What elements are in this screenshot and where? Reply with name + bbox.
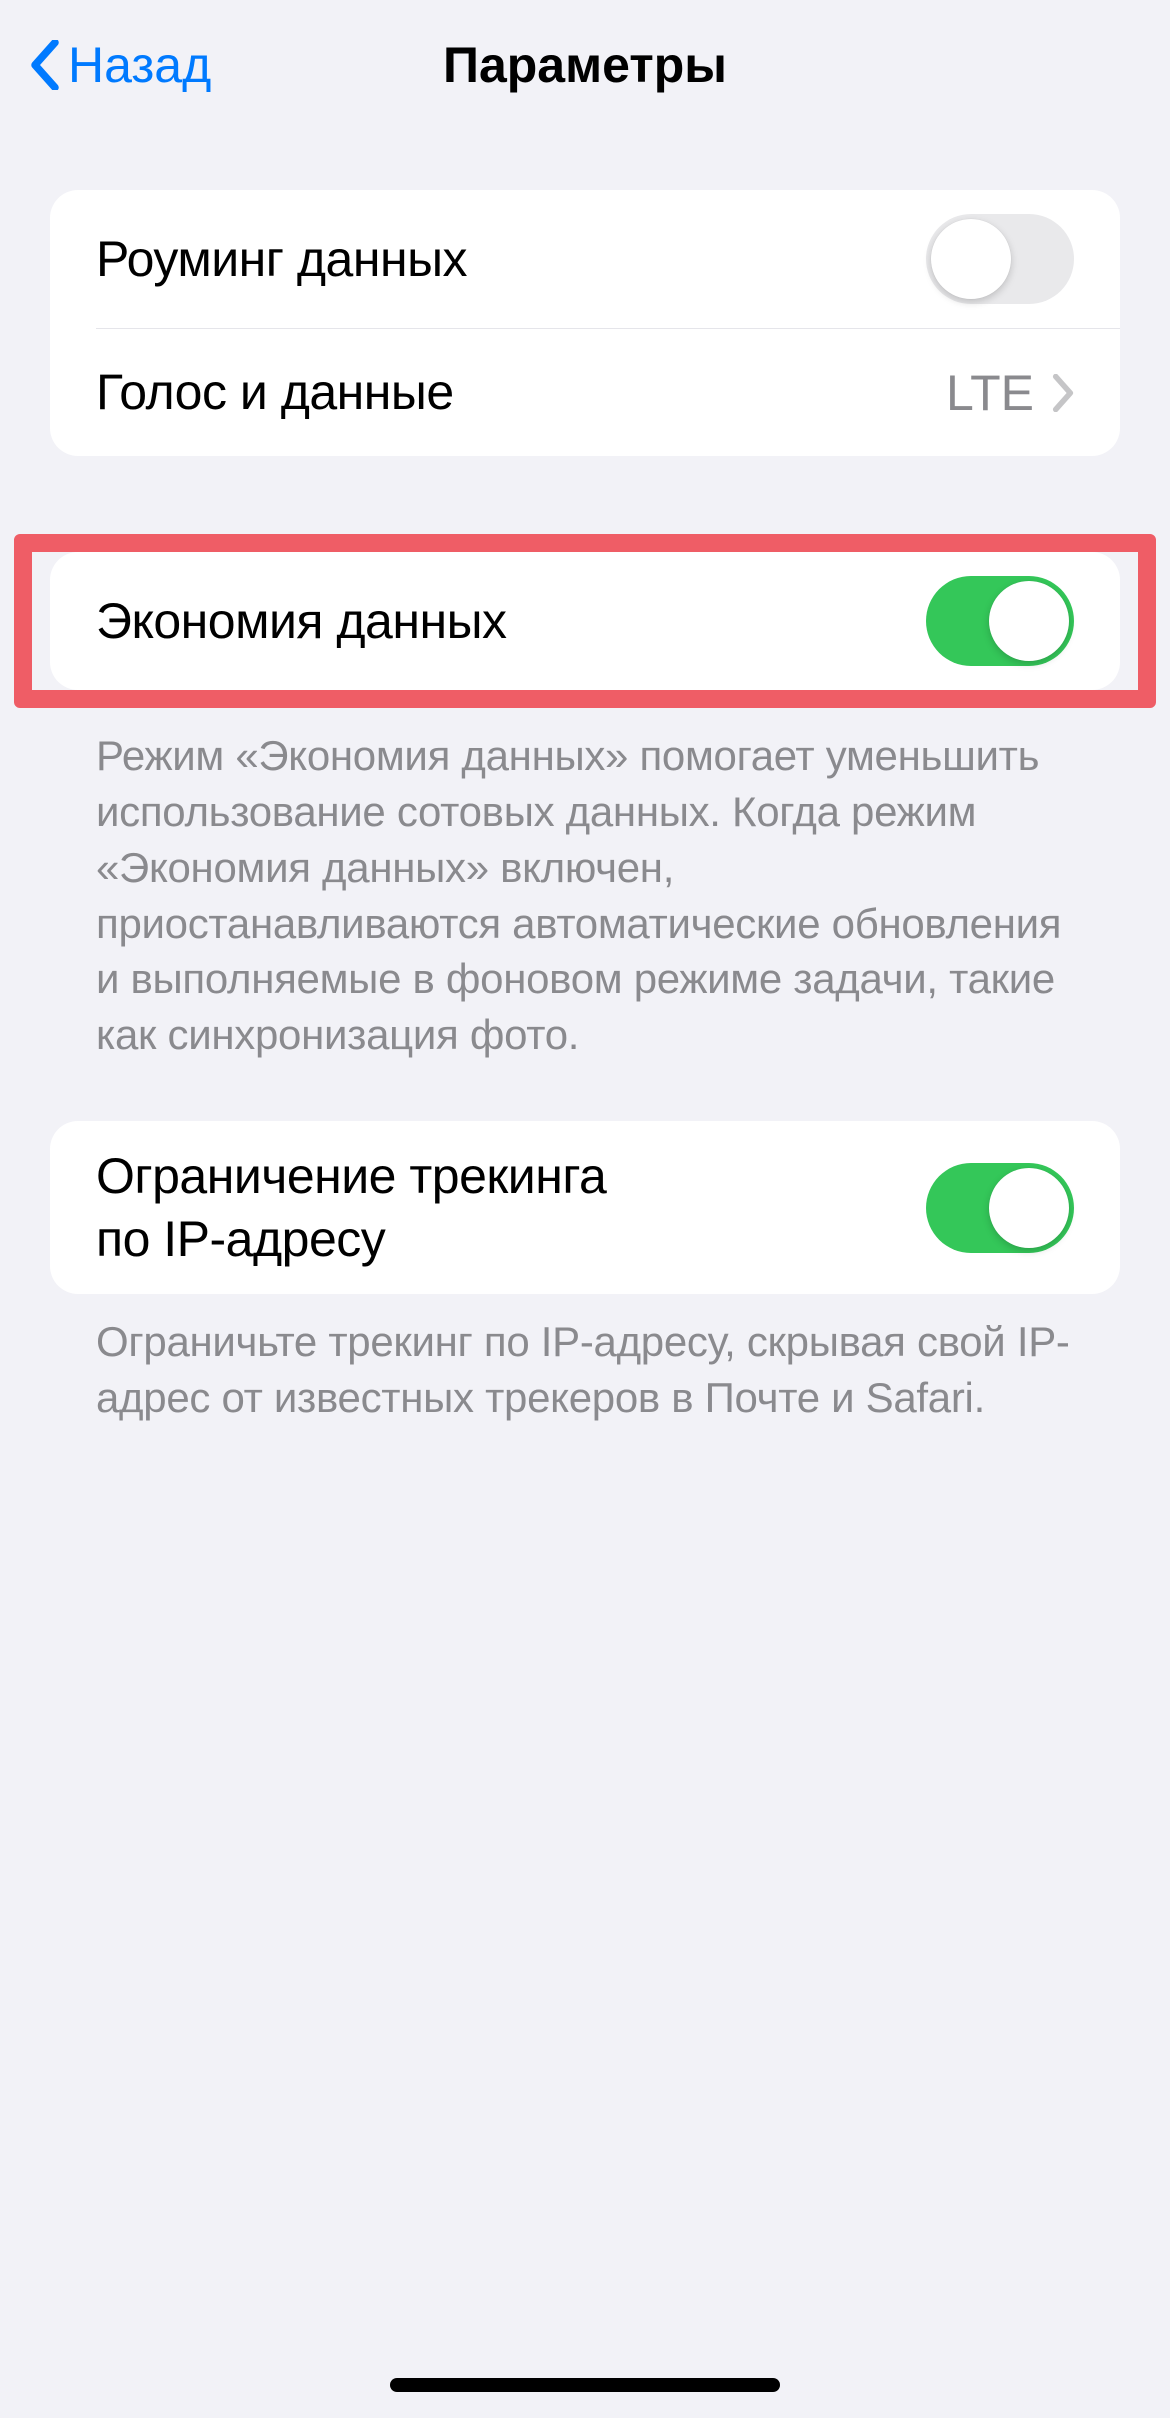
row-low-data-mode: Экономия данных <box>50 552 1120 690</box>
row-limit-ip-tracking: Ограничение трекинга по IP-адресу <box>50 1121 1120 1294</box>
group-ip-tracking: Ограничение трекинга по IP-адресу <box>50 1121 1120 1294</box>
data-roaming-label: Роуминг данных <box>96 228 467 291</box>
navigation-bar: Назад Параметры <box>0 0 1170 130</box>
low-data-mode-toggle[interactable] <box>926 576 1074 666</box>
row-data-roaming: Роуминг данных <box>50 190 1120 328</box>
voice-and-data-value: LTE <box>946 364 1034 422</box>
group-cellular: Роуминг данных Голос и данные LTE <box>50 190 1120 456</box>
limit-ip-tracking-footer: Ограничьте трекинг по IP-адресу, скрывая… <box>0 1294 1170 1426</box>
low-data-mode-label: Экономия данных <box>96 590 507 653</box>
back-button[interactable]: Назад <box>30 36 211 94</box>
row-voice-and-data[interactable]: Голос и данные LTE <box>96 328 1120 456</box>
chevron-left-icon <box>30 40 60 90</box>
limit-ip-tracking-toggle[interactable] <box>926 1163 1074 1253</box>
limit-ip-tracking-label: Ограничение трекинга по IP-адресу <box>96 1145 636 1270</box>
toggle-knob <box>931 219 1011 299</box>
home-indicator <box>390 2378 780 2392</box>
group-low-data: Экономия данных <box>50 552 1120 690</box>
back-label: Назад <box>68 36 211 94</box>
highlight-frame: Экономия данных <box>14 534 1156 708</box>
toggle-knob <box>989 581 1069 661</box>
voice-and-data-label: Голос и данные <box>96 361 454 424</box>
toggle-knob <box>989 1168 1069 1248</box>
chevron-right-icon <box>1052 374 1074 412</box>
low-data-mode-footer: Режим «Экономия данных» помогает уменьши… <box>0 708 1170 1063</box>
data-roaming-toggle[interactable] <box>926 214 1074 304</box>
